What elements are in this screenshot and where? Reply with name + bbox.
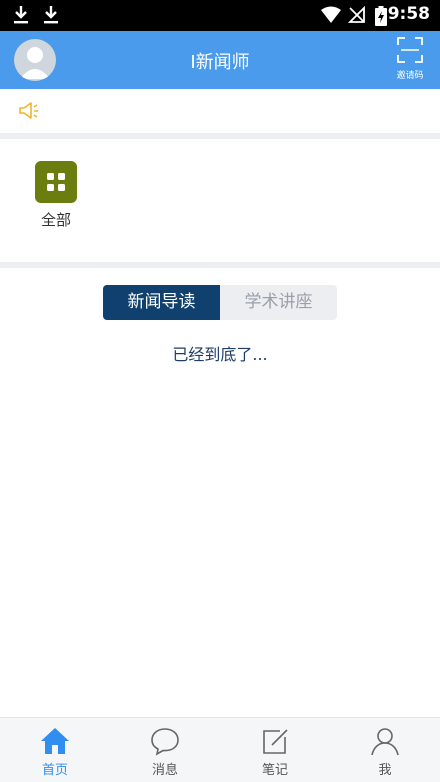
category-label: 全部 bbox=[40, 211, 71, 229]
notice-bar[interactable] bbox=[0, 89, 440, 133]
wifi-icon bbox=[321, 6, 341, 23]
battery-charging-icon bbox=[375, 6, 387, 26]
section-divider bbox=[0, 262, 440, 268]
bottom-nav: 首页 消息 笔记 我 bbox=[0, 717, 440, 782]
chat-bubble-icon bbox=[151, 728, 179, 756]
edit-note-icon bbox=[263, 729, 288, 754]
nav-item-home[interactable]: 首页 bbox=[0, 718, 110, 782]
invite-code-label: 邀请码 bbox=[396, 71, 424, 81]
category-section: 全部 bbox=[0, 139, 440, 262]
scan-icon bbox=[397, 37, 423, 63]
tab-news-reading[interactable]: 新闻导读 bbox=[103, 285, 220, 320]
no-signal-icon bbox=[348, 6, 365, 23]
content-tabs: 新闻导读 学术讲座 bbox=[103, 285, 337, 320]
nav-item-me[interactable]: 我 bbox=[330, 718, 440, 782]
download-icon bbox=[14, 6, 28, 24]
tab-academic-lectures[interactable]: 学术讲座 bbox=[220, 285, 337, 320]
person-icon bbox=[371, 728, 399, 756]
announcement-icon bbox=[19, 102, 38, 119]
nav-item-notes[interactable]: 笔记 bbox=[220, 718, 330, 782]
status-time: 9:58 bbox=[387, 4, 430, 24]
download-icon bbox=[44, 6, 58, 24]
nav-label: 我 bbox=[378, 763, 392, 778]
page-title: I新闻师 bbox=[190, 52, 250, 73]
category-item-all[interactable]: 全部 bbox=[30, 161, 82, 230]
app-header: I新闻师 邀请码 bbox=[0, 31, 440, 89]
status-bar: 9:58 bbox=[0, 0, 440, 31]
nav-item-messages[interactable]: 消息 bbox=[110, 718, 220, 782]
nav-label: 消息 bbox=[151, 763, 178, 778]
list-end-text: 已经到底了... bbox=[172, 345, 268, 364]
grid-icon bbox=[35, 161, 77, 203]
nav-label: 笔记 bbox=[261, 763, 288, 778]
home-icon bbox=[41, 728, 69, 754]
invite-code-scan-button[interactable]: 邀请码 bbox=[392, 37, 428, 85]
nav-label: 首页 bbox=[41, 763, 68, 778]
